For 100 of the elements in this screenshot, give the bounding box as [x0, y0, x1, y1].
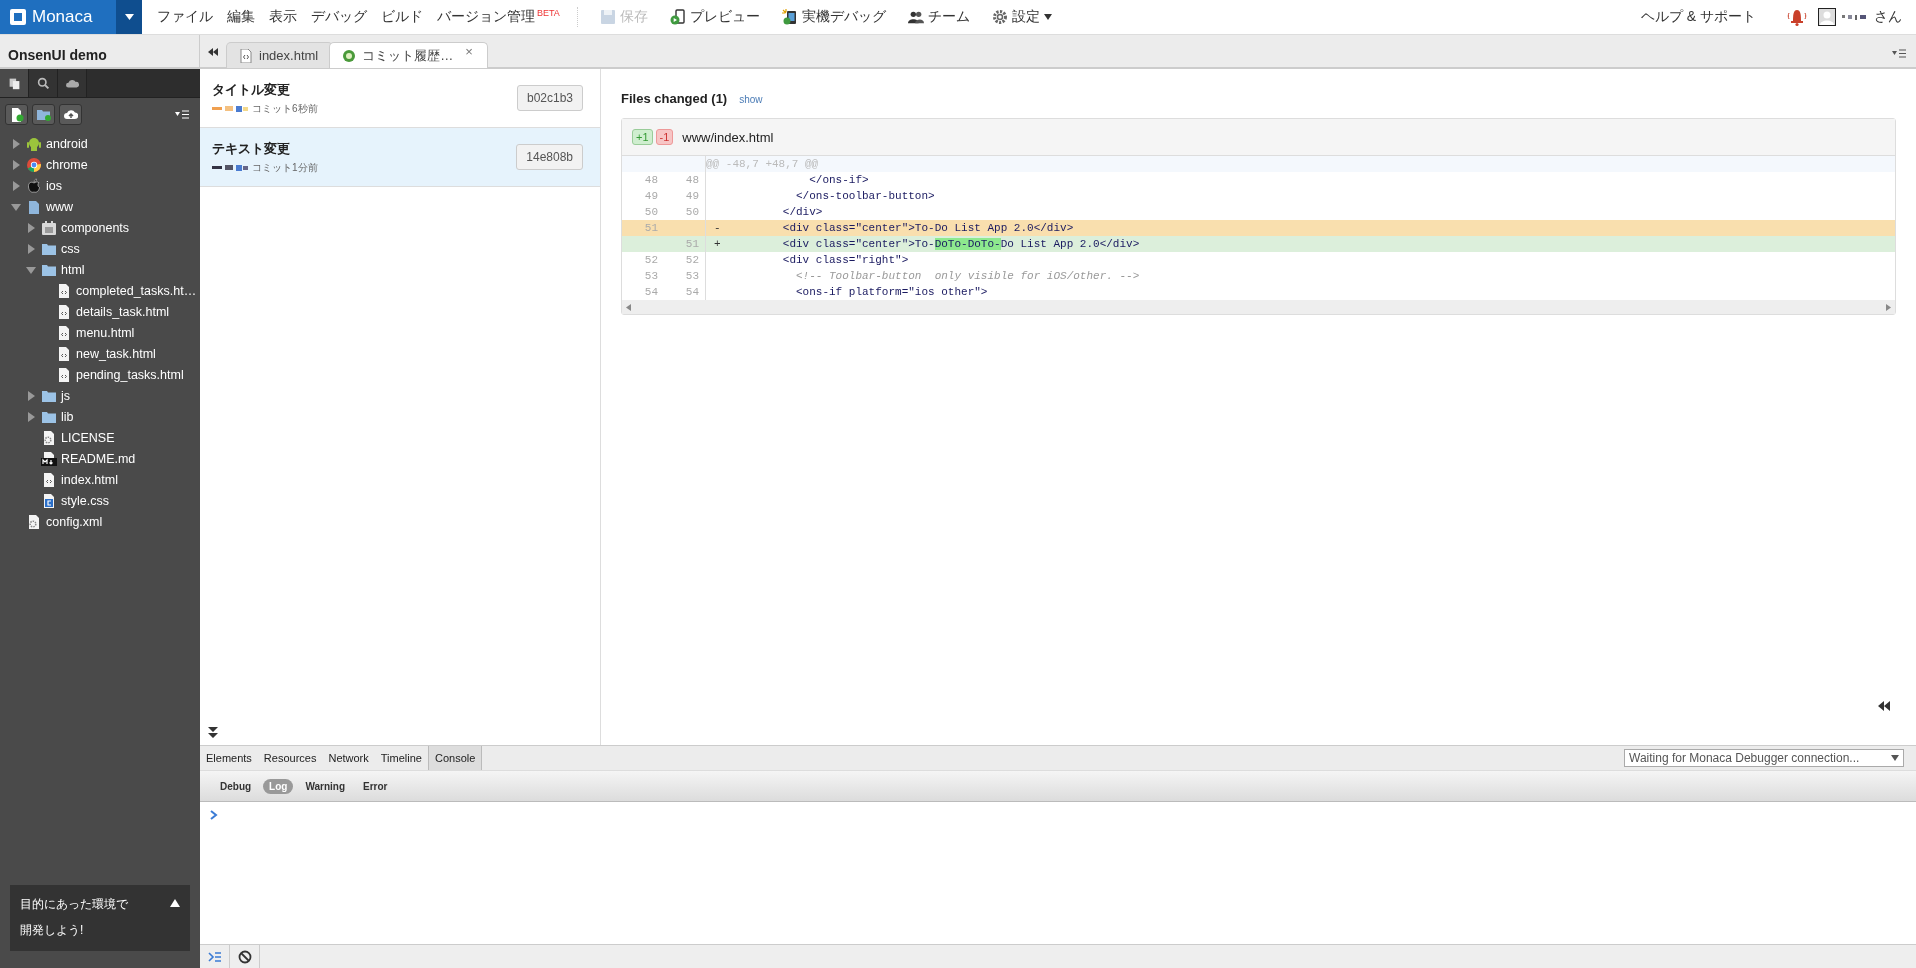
- tree-item[interactable]: android: [46, 136, 88, 151]
- expand-down-icon[interactable]: [208, 727, 218, 739]
- caret-icon: [1043, 14, 1052, 20]
- collapsed-arrow-icon[interactable]: [10, 179, 22, 192]
- commit-hash[interactable]: 14e808b: [516, 144, 583, 170]
- apple-icon: [26, 177, 42, 194]
- collapsed-arrow-icon[interactable]: [10, 158, 22, 171]
- folder-icon: [26, 198, 42, 215]
- diff-sign: +: [713, 237, 722, 252]
- line-number: 53: [664, 268, 706, 284]
- help-link[interactable]: ヘルプ & サポート: [1634, 7, 1762, 27]
- scroll-right-icon[interactable]: [1886, 303, 1891, 311]
- devtools-tab[interactable]: Console: [427, 746, 483, 770]
- tree-item[interactable]: ios: [46, 178, 62, 193]
- tree-item[interactable]: index.html: [61, 472, 118, 487]
- html-file-icon: [56, 324, 72, 341]
- new-file-button[interactable]: [5, 104, 28, 125]
- caret-icon: [1891, 755, 1899, 761]
- editor-tab[interactable]: コミット履歴… ×: [329, 42, 488, 68]
- sidebar-tab[interactable]: [58, 69, 87, 97]
- code-line: </ons-toolbar-button>: [795, 189, 935, 204]
- commit-item[interactable]: テキスト変更 コミット1分前 14e808b: [200, 128, 600, 187]
- tree-item[interactable]: css: [61, 241, 80, 256]
- collapsed-arrow-icon[interactable]: [25, 389, 37, 402]
- tree-item[interactable]: new_task.html: [76, 346, 156, 361]
- tree-item[interactable]: details_task.html: [76, 304, 170, 319]
- user-name[interactable]: さん: [1874, 8, 1902, 26]
- collapsed-arrow-icon[interactable]: [25, 410, 37, 423]
- tree-item[interactable]: README.md: [61, 451, 136, 466]
- menu-item[interactable]: 編集: [220, 8, 262, 26]
- tree-item[interactable]: www: [46, 199, 74, 214]
- markdown-file-icon: [41, 450, 57, 467]
- tree-item[interactable]: js: [61, 388, 71, 403]
- collapsed-arrow-icon[interactable]: [25, 221, 37, 234]
- expand-icon[interactable]: [170, 899, 180, 907]
- upload-button[interactable]: [59, 104, 82, 125]
- caret-icon: [124, 14, 134, 20]
- line-number: 49: [664, 188, 706, 204]
- menu-item[interactable]: 表示: [262, 8, 304, 26]
- commit-title: テキスト変更: [212, 139, 291, 158]
- toolbar-button[interactable]: 実機デバッグ: [770, 8, 897, 26]
- html-file-icon: [56, 282, 72, 299]
- connection-dropdown[interactable]: Waiting for Monaca Debugger connection...: [1624, 749, 1904, 767]
- toolbar-button[interactable]: プレビュー: [658, 8, 771, 26]
- sidebar-tab[interactable]: [29, 69, 58, 97]
- toolbar-button[interactable]: 設定: [980, 8, 1063, 26]
- redacted-name: [1842, 14, 1868, 20]
- menu-item[interactable]: ファイル: [150, 8, 220, 26]
- redacted-name: [212, 164, 248, 171]
- redacted-name: [212, 105, 248, 112]
- html-file-icon: [41, 471, 57, 488]
- tree-item[interactable]: LICENSE: [61, 430, 115, 445]
- devtools-tab[interactable]: Resources: [257, 746, 323, 770]
- collapsed-arrow-icon[interactable]: [25, 242, 37, 255]
- toolbar-button[interactable]: チーム: [896, 8, 981, 26]
- preview-icon: [669, 9, 686, 25]
- log-level-filter[interactable]: Debug: [214, 778, 258, 794]
- bell-icon[interactable]: [1786, 7, 1808, 27]
- tree-item[interactable]: menu.html: [76, 325, 135, 340]
- team-icon: [907, 9, 924, 25]
- close-icon[interactable]: ×: [465, 44, 473, 59]
- line-number: 52: [643, 253, 659, 268]
- tree-item[interactable]: config.xml: [46, 514, 103, 529]
- devtools-tab[interactable]: Network: [322, 746, 375, 770]
- devtools-tab[interactable]: Timeline: [374, 746, 428, 770]
- devtools-tab[interactable]: Elements: [200, 746, 258, 770]
- tree-item[interactable]: style.css: [61, 493, 109, 508]
- commit-hash[interactable]: b02c1b3: [516, 85, 583, 111]
- code-line: <div class="right">: [781, 253, 909, 268]
- tree-item[interactable]: html: [61, 262, 85, 277]
- show-link[interactable]: show: [739, 94, 763, 105]
- tree-item[interactable]: completed_tasks.ht…: [76, 283, 197, 298]
- line-number: 54: [643, 285, 659, 300]
- menu-icon[interactable]: [1892, 49, 1906, 58]
- search-icon: [36, 76, 50, 90]
- tree-item[interactable]: components: [61, 220, 130, 235]
- scroll-left-icon[interactable]: [626, 303, 631, 311]
- project-name: OnsenUI demo: [0, 35, 200, 67]
- new-folder-button[interactable]: [32, 104, 55, 125]
- monaca-logo[interactable]: Monaca: [0, 0, 116, 34]
- menu-item[interactable]: デバッグ: [304, 8, 374, 26]
- collapsed-arrow-icon[interactable]: [10, 137, 22, 150]
- menu-icon[interactable]: [175, 110, 189, 119]
- collapse-icon[interactable]: [1878, 701, 1890, 711]
- js-folder-icon: [41, 219, 57, 236]
- log-level-filter[interactable]: Warning: [299, 778, 352, 794]
- collapse-icon[interactable]: [208, 48, 218, 56]
- horizontal-scrollbar[interactable]: [622, 300, 1895, 314]
- tree-item[interactable]: lib: [61, 409, 74, 424]
- tree-item[interactable]: pending_tasks.html: [76, 367, 184, 382]
- tree-item[interactable]: chrome: [46, 157, 88, 172]
- dropdown-button[interactable]: [116, 0, 142, 34]
- files-changed-heading: Files changed (1): [621, 91, 728, 106]
- line-number: 51: [643, 221, 659, 236]
- menu-item[interactable]: ビルド: [374, 8, 430, 26]
- line-number: 53: [643, 269, 659, 284]
- log-level-filter[interactable]: Error: [357, 778, 394, 794]
- clear-icon: [237, 950, 252, 964]
- avatar-icon[interactable]: [1818, 8, 1836, 26]
- sidebar-tab[interactable]: [0, 69, 29, 97]
